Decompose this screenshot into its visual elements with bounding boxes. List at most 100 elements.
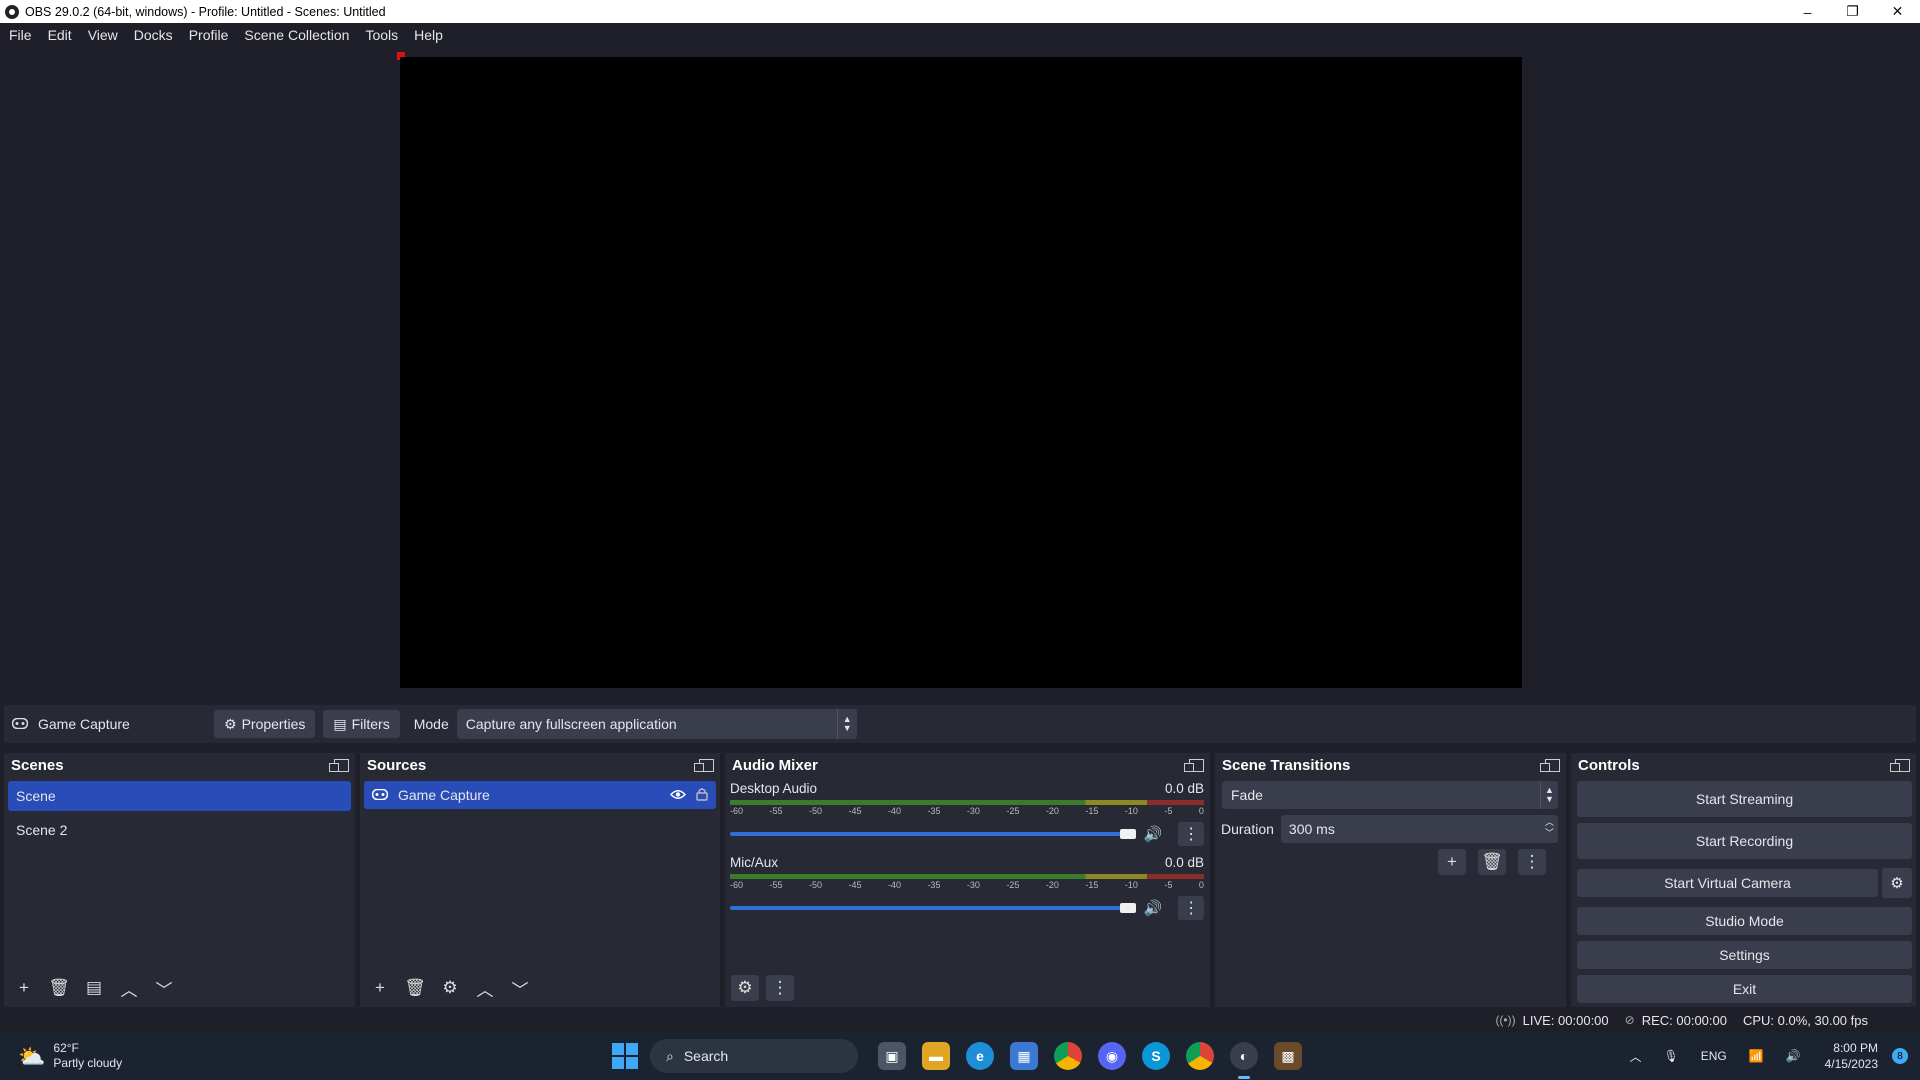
scenes-toolbar: + 🗑 ▤ ︿ ﹀ bbox=[10, 975, 185, 1001]
restore-button[interactable]: ❐ bbox=[1830, 0, 1875, 23]
scale-tick: -25 bbox=[1006, 880, 1020, 890]
controls-title: Controls bbox=[1578, 756, 1640, 774]
spin-arrows-icon[interactable]: ︿ ﹀ bbox=[1545, 817, 1554, 839]
settings-button[interactable]: Settings bbox=[1577, 941, 1912, 969]
chevron-up-icon[interactable]: ︿ bbox=[1629, 1048, 1641, 1065]
minimize-button[interactable]: – bbox=[1785, 0, 1830, 23]
windows-start-icon[interactable] bbox=[612, 1043, 638, 1069]
obs-taskbar-icon[interactable]: ◐ bbox=[1230, 1042, 1258, 1079]
close-button[interactable]: ✕ bbox=[1875, 0, 1920, 23]
menu-view[interactable]: View bbox=[88, 27, 118, 43]
menu-edit[interactable]: Edit bbox=[48, 27, 72, 43]
clock[interactable]: 8:00 PM 4/15/2023 bbox=[1825, 1040, 1878, 1072]
task-view-icon[interactable]: ▣ bbox=[878, 1042, 906, 1070]
chrome-icon[interactable] bbox=[1054, 1042, 1082, 1070]
volume-icon[interactable]: 🔊 bbox=[1786, 1049, 1801, 1063]
microsoft-store-icon[interactable]: ▦ bbox=[1010, 1042, 1038, 1070]
channel-level: 0.0 dB bbox=[1164, 781, 1204, 796]
source-toolbar: Game Capture ⚙ Properties ▤ Filters Mode… bbox=[4, 705, 1916, 743]
transition-menu-button[interactable]: ⋮ bbox=[1518, 849, 1546, 875]
source-item[interactable]: Game Capture bbox=[364, 781, 716, 809]
undock-icon[interactable] bbox=[329, 758, 349, 772]
gear-icon: ⚙ bbox=[224, 715, 237, 732]
speaker-icon[interactable]: 🔊 bbox=[1144, 825, 1163, 843]
slider-handle[interactable] bbox=[1119, 829, 1136, 839]
mode-select-value: Capture any fullscreen application bbox=[465, 716, 677, 732]
remove-transition-button[interactable]: 🗑 bbox=[1478, 849, 1506, 875]
undock-icon[interactable] bbox=[694, 758, 714, 772]
remove-scene-button[interactable]: 🗑 bbox=[45, 975, 73, 1001]
more-options-icon[interactable]: ⋮ bbox=[1178, 896, 1204, 920]
chevron-down-icon: ﹀ bbox=[155, 980, 173, 1000]
scene-item[interactable]: Scene 2 bbox=[8, 815, 351, 845]
volume-slider[interactable] bbox=[730, 903, 1136, 913]
sources-title: Sources bbox=[367, 756, 427, 774]
undock-icon[interactable] bbox=[1890, 758, 1910, 772]
undock-icon[interactable] bbox=[1184, 758, 1204, 772]
menu-tools[interactable]: Tools bbox=[365, 27, 398, 43]
move-scene-up-button[interactable]: ︿ bbox=[115, 975, 143, 1001]
rec-time: REC: 00:00:00 bbox=[1641, 1012, 1727, 1028]
add-scene-button[interactable]: + bbox=[10, 975, 38, 1001]
volume-slider[interactable] bbox=[730, 829, 1136, 839]
minecraft-icon[interactable]: ▩ bbox=[1274, 1042, 1302, 1070]
start-streaming-button[interactable]: Start Streaming bbox=[1577, 781, 1912, 817]
scene-item-label: Scene 2 bbox=[16, 822, 68, 838]
advanced-audio-properties-button[interactable]: ⚙ bbox=[731, 975, 759, 1001]
transition-select[interactable]: Fade ▲ ▼ bbox=[1222, 781, 1558, 809]
mode-select[interactable]: Capture any fullscreen application ▲ ▼ bbox=[456, 709, 857, 739]
move-scene-down-button[interactable]: ﹀ bbox=[150, 975, 178, 1001]
start-recording-button[interactable]: Start Recording bbox=[1577, 823, 1912, 859]
chrome-icon[interactable] bbox=[1186, 1042, 1214, 1070]
scale-tick: -5 bbox=[1164, 806, 1173, 816]
scene-item[interactable]: Scene bbox=[8, 781, 351, 811]
wifi-icon[interactable]: 📶 bbox=[1749, 1049, 1764, 1063]
lock-icon[interactable] bbox=[696, 787, 708, 804]
add-transition-button[interactable]: + bbox=[1438, 849, 1466, 875]
filter-icon: ▤ bbox=[333, 715, 347, 732]
obs-logo-icon bbox=[5, 4, 19, 19]
audio-mixer-menu-button[interactable]: ⋮ bbox=[766, 975, 794, 1001]
notification-badge[interactable]: 8 bbox=[1892, 1048, 1908, 1064]
virtual-camera-settings-button[interactable]: ⚙ bbox=[1882, 868, 1912, 898]
taskbar-apps: ⌕ Search ▣ ▬ e ▦ ◉ S ◐ ▩ bbox=[612, 1032, 1310, 1080]
skype-icon[interactable]: S bbox=[1142, 1042, 1170, 1070]
studio-mode-button[interactable]: Studio Mode bbox=[1577, 907, 1912, 935]
menu-file[interactable]: File bbox=[9, 27, 32, 43]
duration-input[interactable]: 300 ms ︿ ﹀ bbox=[1280, 815, 1558, 843]
slider-handle[interactable] bbox=[1119, 903, 1136, 913]
taskbar-search[interactable]: ⌕ Search bbox=[650, 1039, 858, 1073]
channel-name: Desktop Audio bbox=[730, 781, 818, 796]
more-options-icon[interactable]: ⋮ bbox=[1178, 822, 1204, 846]
start-virtual-camera-button[interactable]: Start Virtual Camera bbox=[1577, 869, 1878, 897]
preview-canvas[interactable] bbox=[400, 57, 1522, 688]
plus-icon: + bbox=[19, 978, 29, 997]
file-explorer-icon[interactable]: ▬ bbox=[922, 1042, 950, 1070]
source-properties-button[interactable]: ⚙ bbox=[436, 975, 464, 1001]
scene-filters-button[interactable]: ▤ bbox=[80, 975, 108, 1001]
exit-button[interactable]: Exit bbox=[1577, 975, 1912, 1003]
menu-scene-collection[interactable]: Scene Collection bbox=[244, 27, 349, 43]
move-source-down-button[interactable]: ﹀ bbox=[506, 975, 534, 1001]
menu-help[interactable]: Help bbox=[414, 27, 443, 43]
transition-select-value: Fade bbox=[1231, 787, 1263, 803]
move-source-up-button[interactable]: ︿ bbox=[471, 975, 499, 1001]
scale-tick: -50 bbox=[808, 880, 822, 890]
speaker-icon[interactable]: 🔊 bbox=[1144, 899, 1163, 917]
weather-widget[interactable]: ⛅ 62°F Partly cloudy bbox=[0, 1041, 300, 1071]
discord-icon[interactable]: ◉ bbox=[1098, 1042, 1126, 1070]
edge-browser-icon[interactable]: e bbox=[966, 1042, 994, 1070]
meter-scale: -60 -55 -50 -45 -40 -35 -30 -25 -20 -15 … bbox=[730, 806, 1204, 816]
filters-button[interactable]: ▤ Filters bbox=[323, 710, 400, 738]
add-source-button[interactable]: + bbox=[366, 975, 394, 1001]
microphone-icon[interactable]: 🎙 bbox=[1663, 1049, 1678, 1063]
menu-docks[interactable]: Docks bbox=[134, 27, 173, 43]
live-status: ((•)) LIVE: 00:00:00 bbox=[1495, 1013, 1608, 1028]
eye-icon[interactable] bbox=[669, 787, 687, 803]
remove-source-button[interactable]: 🗑 bbox=[401, 975, 429, 1001]
menu-profile[interactable]: Profile bbox=[189, 27, 229, 43]
language-indicator[interactable]: ENG bbox=[1701, 1049, 1727, 1063]
properties-button[interactable]: ⚙ Properties bbox=[214, 710, 316, 738]
undock-icon[interactable] bbox=[1540, 758, 1560, 772]
scale-tick: -45 bbox=[848, 806, 862, 816]
